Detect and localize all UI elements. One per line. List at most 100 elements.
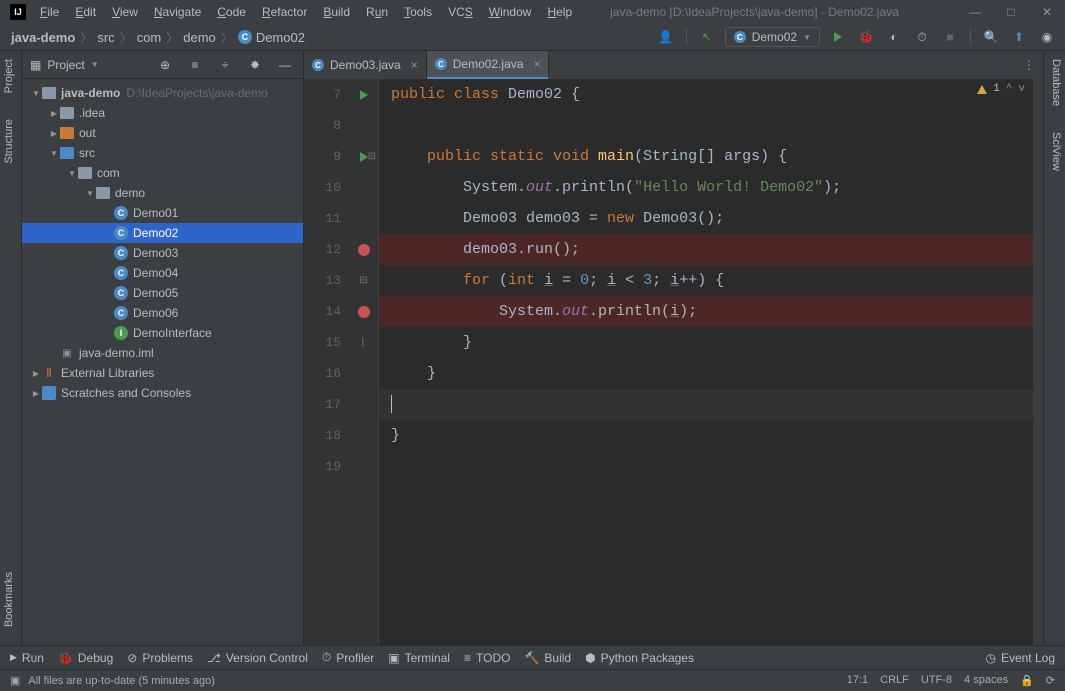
menu-help[interactable]: Help — [539, 2, 580, 22]
tree-scratch[interactable]: ▶ Scratches and Consoles — [22, 383, 303, 403]
bottom-run[interactable]: ▶Run — [10, 651, 44, 665]
line-ending[interactable]: CRLF — [880, 674, 909, 687]
crumb-com[interactable]: com — [134, 30, 165, 45]
indent[interactable]: 4 spaces — [964, 674, 1008, 687]
menu-run[interactable]: Run — [358, 2, 396, 22]
update-button[interactable]: ⬆ — [1009, 27, 1029, 47]
class-icon: C — [114, 226, 128, 240]
inspection-bar[interactable]: 1 ^ v — [977, 83, 1025, 95]
tree-class[interactable]: C Demo06 — [22, 303, 303, 323]
menu-vcs[interactable]: VCS — [440, 2, 481, 22]
bottom-profiler[interactable]: ⏱Profiler — [322, 650, 374, 665]
menu-code[interactable]: Code — [209, 2, 254, 22]
debug-button[interactable]: 🐞 — [856, 27, 876, 47]
class-icon: C — [114, 306, 128, 320]
run-config-selector[interactable]: C Demo02 ▼ — [725, 27, 820, 47]
tree-out[interactable]: ▶ out — [22, 123, 303, 143]
close-tab-icon[interactable]: × — [411, 58, 418, 72]
crumb-class[interactable]: CDemo02 — [235, 30, 308, 45]
hide-panel-icon[interactable]: — — [275, 55, 295, 75]
build-hammer-icon[interactable]: ↖ — [697, 27, 717, 47]
expand-arrow[interactable]: ▼ — [66, 169, 78, 178]
tool-bookmarks-tab[interactable]: Bookmarks — [0, 564, 21, 635]
close-window-button[interactable]: ✕ — [1029, 0, 1065, 24]
scrollbar[interactable] — [1033, 79, 1043, 645]
tree-interface[interactable]: I DemoInterface — [22, 323, 303, 343]
add-user-icon[interactable]: 👤 — [656, 27, 676, 47]
expand-arrow[interactable]: ▼ — [30, 89, 42, 98]
bottom-build[interactable]: 🔨Build — [524, 651, 571, 665]
bottom-terminal[interactable]: ▣Terminal — [388, 651, 450, 665]
coverage-button[interactable]: ◐ — [884, 27, 904, 47]
stop-button[interactable]: ■ — [940, 27, 960, 47]
select-opened-file-icon[interactable]: ⊕ — [155, 55, 175, 75]
close-tab-icon[interactable]: × — [533, 57, 540, 71]
breakpoint-icon[interactable] — [358, 244, 370, 256]
editor[interactable]: 1 ^ v 7 8 9 10 11 12 13 14 15 16 17 18 1… — [304, 79, 1043, 645]
collapse-all-icon[interactable]: ÷ — [215, 55, 235, 75]
crumb-src[interactable]: src — [94, 30, 117, 45]
tree-demo-pkg[interactable]: ▼ demo — [22, 183, 303, 203]
bottom-event-log[interactable]: ◷Event Log — [985, 651, 1055, 665]
status-tool-window-icon[interactable]: ▣ — [10, 674, 20, 687]
gutter-run-icon[interactable] — [360, 152, 368, 162]
tree-class[interactable]: C Demo01 — [22, 203, 303, 223]
tree-ext-lib[interactable]: ▶ ⫴ External Libraries — [22, 363, 303, 383]
menu-navigate[interactable]: Navigate — [146, 2, 209, 22]
run-button[interactable] — [828, 27, 848, 47]
menu-view[interactable]: View — [104, 2, 146, 22]
bottom-vcs[interactable]: ⎇Version Control — [207, 651, 308, 665]
expand-all-icon[interactable]: ≡ — [185, 55, 205, 75]
expand-arrow[interactable]: ▼ — [48, 149, 60, 158]
file-tab[interactable]: C Demo02.java × — [427, 51, 550, 79]
encoding[interactable]: UTF-8 — [921, 674, 952, 687]
file-tab[interactable]: C Demo03.java × — [304, 51, 427, 79]
menu-tools[interactable]: Tools — [396, 2, 440, 22]
expand-arrow[interactable]: ▶ — [48, 109, 60, 118]
tree-root[interactable]: ▼ java-demo D:\IdeaProjects\java-demo — [22, 83, 303, 103]
crumb-project[interactable]: java-demo — [8, 30, 78, 45]
expand-arrow[interactable]: ▶ — [48, 129, 60, 138]
processes-icon[interactable]: ⟳ — [1046, 674, 1055, 687]
breakpoint-icon[interactable] — [358, 306, 370, 318]
readonly-lock-icon[interactable]: 🔒 — [1020, 674, 1034, 687]
expand-arrow[interactable]: ▼ — [84, 189, 96, 198]
gutter-run-icon[interactable] — [360, 90, 368, 100]
run-gutter[interactable]: ⊟ ⊟ ⌊ — [349, 79, 379, 645]
panel-title[interactable]: ▦ Project ▼ — [30, 58, 99, 72]
menu-edit[interactable]: Edit — [67, 2, 104, 22]
menu-build[interactable]: Build — [315, 2, 358, 22]
bottom-debug[interactable]: 🐞Debug — [58, 651, 113, 665]
expand-arrow[interactable]: ▶ — [30, 389, 42, 398]
tool-structure-tab[interactable]: Structure — [0, 111, 21, 172]
tree-iml[interactable]: ▣ java-demo.iml — [22, 343, 303, 363]
maximize-button[interactable]: □ — [993, 0, 1029, 24]
tool-database-tab[interactable]: Database — [1044, 51, 1065, 114]
panel-settings-icon[interactable]: ✸ — [245, 55, 265, 75]
crumb-demo[interactable]: demo — [180, 30, 219, 45]
code-area[interactable]: public class Demo02 { public static void… — [379, 79, 1033, 645]
tree-src[interactable]: ▼ src — [22, 143, 303, 163]
menu-refactor[interactable]: Refactor — [254, 2, 315, 22]
tree-class[interactable]: C Demo05 — [22, 283, 303, 303]
tree-class[interactable]: C Demo02 — [22, 223, 303, 243]
bottom-problems[interactable]: ⊘Problems — [127, 651, 193, 665]
tool-project-tab[interactable]: Project — [0, 51, 21, 101]
bottom-todo[interactable]: ≡TODO — [464, 651, 510, 665]
tree-class[interactable]: C Demo03 — [22, 243, 303, 263]
search-everywhere-button[interactable]: 🔍 — [981, 27, 1001, 47]
minimize-button[interactable]: ― — [957, 0, 993, 24]
bottom-python[interactable]: ⬢Python Packages — [585, 651, 694, 665]
menu-file[interactable]: File — [32, 2, 67, 22]
tree-com[interactable]: ▼ com — [22, 163, 303, 183]
menu-window[interactable]: Window — [481, 2, 540, 22]
tool-sciview-tab[interactable]: SciView — [1044, 124, 1065, 179]
ide-settings-button[interactable]: ◉ — [1037, 27, 1057, 47]
tab-bar-menu[interactable]: ⋮ — [1015, 51, 1043, 79]
tree-class[interactable]: C Demo04 — [22, 263, 303, 283]
tree-idea[interactable]: ▶ .idea — [22, 103, 303, 123]
project-icon: ▦ — [30, 58, 41, 72]
expand-arrow[interactable]: ▶ — [30, 369, 42, 378]
profiler-button[interactable]: ⏱ — [912, 27, 932, 47]
caret-position[interactable]: 17:1 — [847, 674, 868, 687]
